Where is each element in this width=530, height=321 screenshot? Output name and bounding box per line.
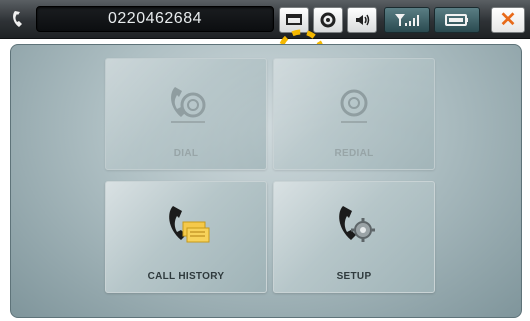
signal-status (384, 7, 430, 33)
battery-status (434, 7, 480, 33)
battery-icon (445, 14, 468, 26)
speaker-icon (356, 14, 370, 26)
close-icon: ✕ (499, 9, 517, 31)
phone-icon (13, 11, 22, 27)
redial-icon (340, 89, 368, 123)
dial-tile[interactable]: DIAL (105, 58, 267, 170)
call-history-icon (169, 206, 210, 243)
window-icon (286, 14, 302, 25)
volume-button[interactable] (347, 7, 377, 33)
call-history-tile[interactable]: CALL HISTORY (105, 181, 267, 293)
redial-tile[interactable]: REDIAL (273, 58, 435, 170)
dial-phone-icon (171, 87, 206, 123)
phone-number: 0220462684 (108, 10, 202, 27)
setup-label: SETUP (336, 271, 372, 282)
signal-icon (395, 14, 419, 26)
title-bar: 0220462684 ✕ (0, 0, 530, 39)
redial-label: REDIAL (334, 148, 374, 159)
main-menu-panel: DIAL REDIAL CALL HISTORY SETUP (10, 44, 522, 318)
close-button[interactable]: ✕ (491, 7, 525, 33)
call-history-label: CALL HISTORY (147, 271, 225, 282)
dial-label: DIAL (173, 148, 199, 159)
setup-icon (339, 206, 375, 242)
setup-tile[interactable]: SETUP (273, 181, 435, 293)
phone-number-display: 0220462684 (36, 6, 274, 32)
